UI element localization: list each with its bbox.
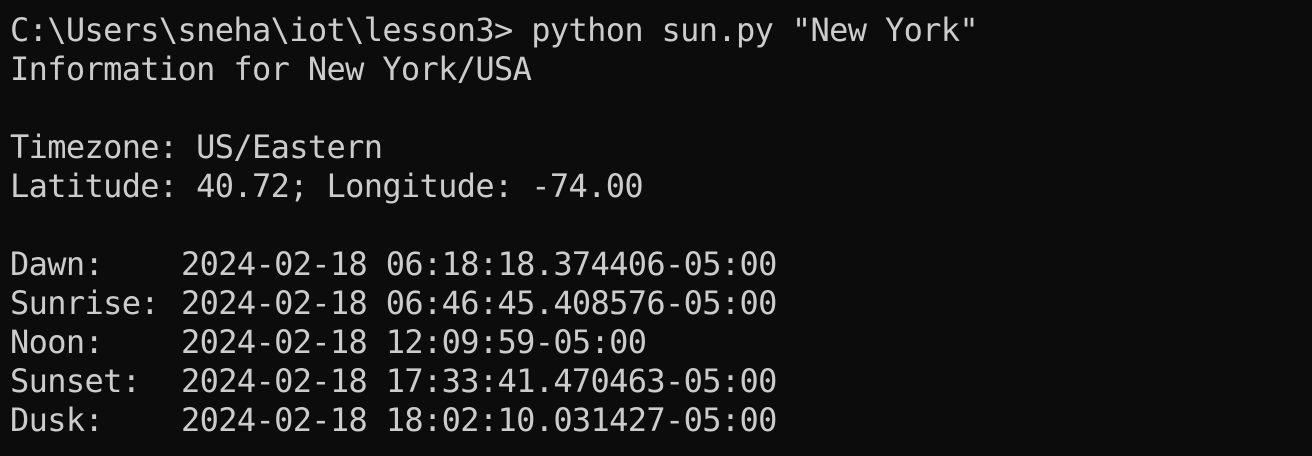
event-row-sunset: Sunset: 2024-02-18 17:33:41.470463-05:00 [10,362,1312,401]
event-label: Sunset: [10,362,141,400]
event-label: Noon: [10,323,104,361]
event-value: 2024-02-18 06:46:45.408576-05:00 [181,284,777,322]
event-value: 2024-02-18 17:33:41.470463-05:00 [181,362,777,400]
command-line: C:\Users\sneha\iot\lesson3> python sun.p… [10,11,1312,50]
event-value: 2024-02-18 18:02:10.031427-05:00 [181,401,777,439]
event-value: 2024-02-18 06:18:18.374406-05:00 [181,245,777,283]
event-label: Dusk: [10,401,104,439]
event-label: Dawn: [10,245,104,283]
event-label: Sunrise: [10,284,160,322]
info-line: Information for New York/USA [10,50,532,88]
timezone-line: Timezone: US/Eastern [10,128,383,166]
event-value: 2024-02-18 12:09:59-05:00 [181,323,647,361]
command-text: python sun.py "New York" [531,11,979,49]
event-row-dawn: Dawn: 2024-02-18 06:18:18.374406-05:00 [10,245,1312,284]
latlon-line: Latitude: 40.72; Longitude: -74.00 [10,167,644,205]
terminal-window[interactable]: C:\Users\sneha\iot\lesson3> python sun.p… [0,0,1312,456]
event-row-sunrise: Sunrise: 2024-02-18 06:46:45.408576-05:00 [10,284,1312,323]
prompt: C:\Users\sneha\iot\lesson3> [10,11,532,49]
event-row-noon: Noon: 2024-02-18 12:09:59-05:00 [10,323,1312,362]
event-row-dusk: Dusk: 2024-02-18 18:02:10.031427-05:00 [10,401,1312,440]
